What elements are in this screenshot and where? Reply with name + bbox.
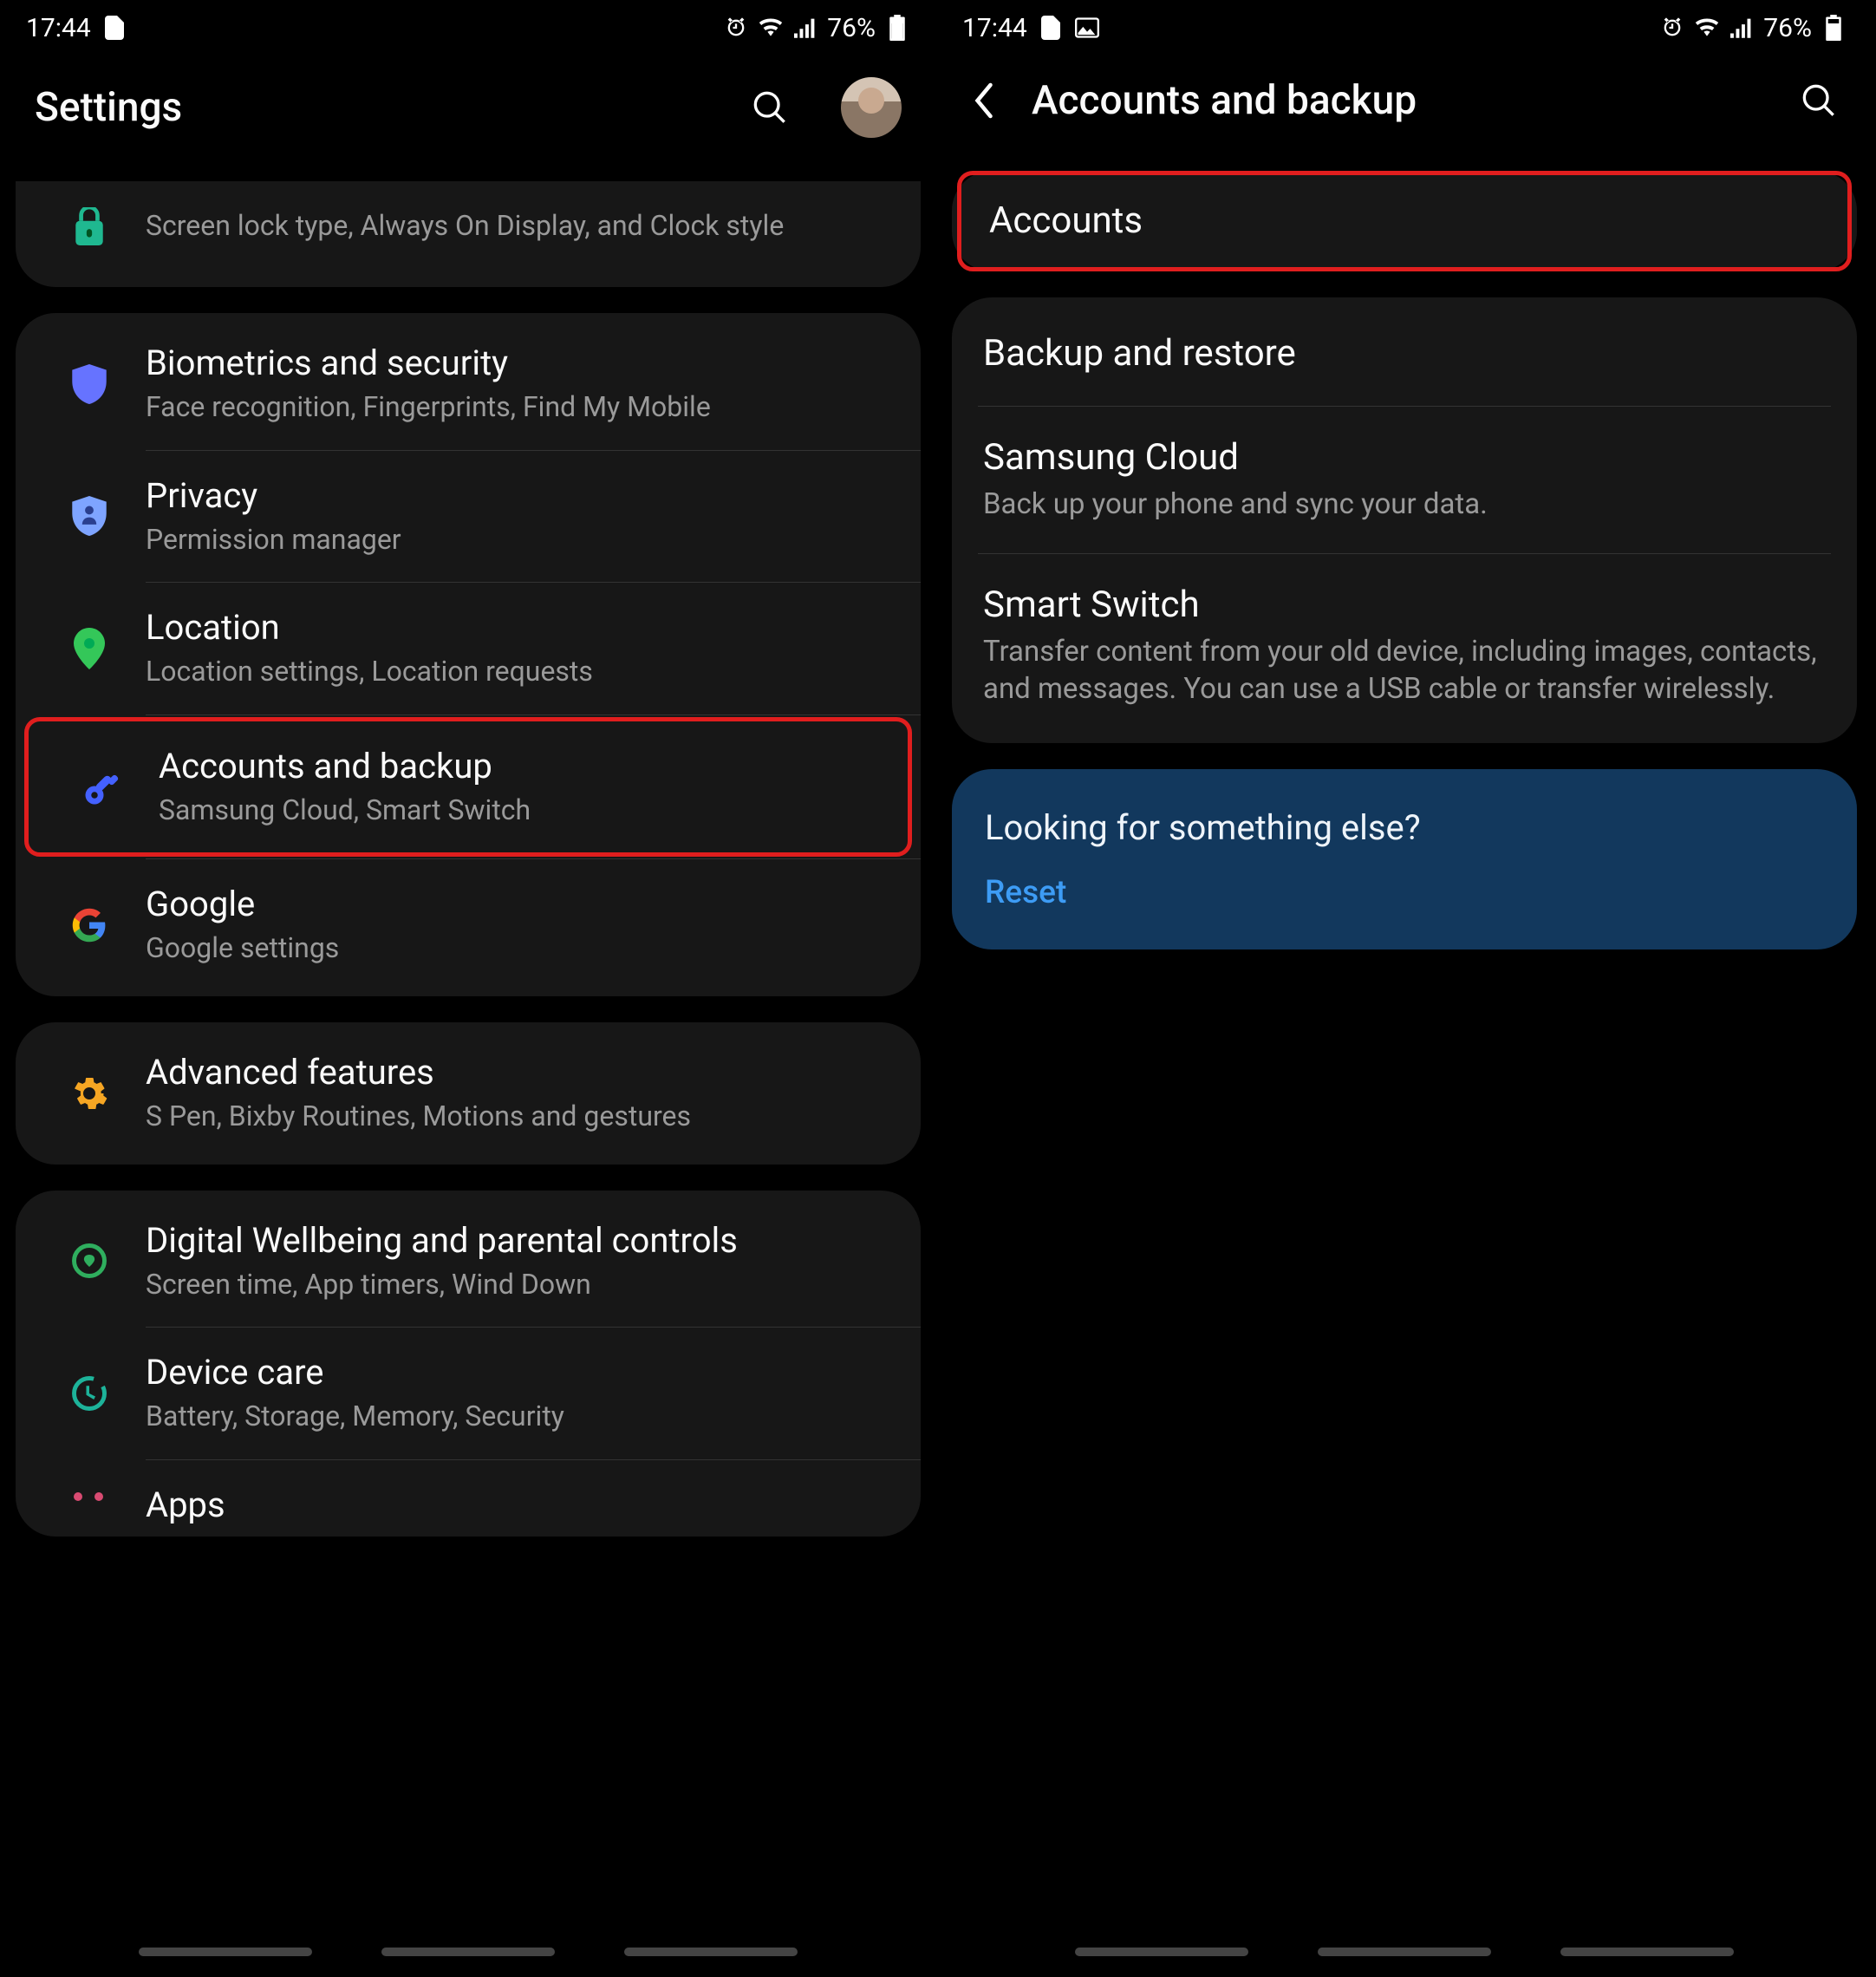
search-icon: [752, 90, 787, 125]
row-title: Privacy: [146, 475, 881, 517]
card-accounts: Accounts: [952, 171, 1857, 271]
nav-back[interactable]: [1560, 1948, 1734, 1956]
nav-back[interactable]: [624, 1948, 798, 1956]
back-button[interactable]: [971, 82, 1006, 119]
row-title: Accounts and backup: [159, 746, 868, 787]
shield-icon: [33, 364, 146, 404]
wifi-icon: [758, 15, 784, 41]
settings-card-advanced: Advanced features S Pen, Bixby Routines,…: [16, 1022, 921, 1165]
accounts-header: Accounts and backup: [936, 55, 1873, 167]
row-backup-restore[interactable]: Backup and restore: [952, 303, 1857, 405]
divider: [146, 714, 921, 715]
battery-icon: [884, 15, 910, 41]
row-title: Google: [146, 884, 881, 925]
wellbeing-icon: [33, 1243, 146, 1279]
settings-row-device-care[interactable]: Device care Battery, Storage, Memory, Se…: [16, 1328, 921, 1459]
search-button[interactable]: [751, 88, 789, 127]
settings-row-biometrics[interactable]: Biometrics and security Face recognition…: [16, 318, 921, 450]
row-subtitle: Location settings, Location requests: [146, 654, 881, 690]
settings-card-wellbeing: Digital Wellbeing and parental controls …: [16, 1191, 921, 1537]
settings-row-apps[interactable]: Apps: [16, 1460, 921, 1531]
row-subtitle: Screen lock type, Always On Display, and…: [146, 208, 881, 245]
row-title: Digital Wellbeing and parental controls: [146, 1220, 881, 1262]
key-icon: [46, 767, 159, 808]
settings-row-wellbeing[interactable]: Digital Wellbeing and parental controls …: [16, 1196, 921, 1328]
location-pin-icon: [33, 628, 146, 669]
row-subtitle: Back up your phone and sync your data.: [983, 486, 1817, 524]
settings-row-lockscreen[interactable]: Screen lock type, Always On Display, and…: [16, 186, 921, 282]
battery-icon: [1821, 15, 1847, 41]
row-subtitle: Face recognition, Fingerprints, Find My …: [146, 389, 881, 426]
privacy-shield-icon: [33, 496, 146, 536]
row-title: Location: [146, 607, 881, 649]
row-subtitle: Google settings: [146, 930, 881, 967]
row-smart-switch[interactable]: Smart Switch Transfer content from your …: [952, 554, 1857, 738]
nav-bar: [936, 1948, 1873, 1956]
row-title: Advanced features: [146, 1052, 881, 1093]
nav-home[interactable]: [1318, 1948, 1491, 1956]
status-bar: 17:44 76%: [936, 0, 1873, 55]
settings-row-privacy[interactable]: Privacy Permission manager: [16, 451, 921, 583]
signal-icon: [1729, 15, 1755, 41]
sim-icon: [101, 15, 127, 41]
signal-icon: [792, 15, 818, 41]
row-title: Device care: [146, 1352, 881, 1393]
row-subtitle: S Pen, Bixby Routines, Motions and gestu…: [146, 1099, 881, 1135]
row-title: Backup and restore: [983, 332, 1817, 375]
settings-row-accounts-backup[interactable]: Accounts and backup Samsung Cloud, Smart…: [24, 717, 912, 858]
nav-bar: [0, 1948, 936, 1956]
row-samsung-cloud[interactable]: Samsung Cloud Back up your phone and syn…: [952, 407, 1857, 553]
settings-row-advanced[interactable]: Advanced features S Pen, Bixby Routines,…: [16, 1028, 921, 1159]
gear-icon: [33, 1075, 146, 1112]
row-title: Apps: [146, 1484, 881, 1526]
image-icon: [1074, 15, 1100, 41]
page-title: Accounts and backup: [1032, 77, 1774, 124]
status-battery-pct: 76%: [1763, 13, 1812, 43]
card-backup: Backup and restore Samsung Cloud Back up…: [952, 297, 1857, 743]
card-looking-for: Looking for something else? Reset: [952, 769, 1857, 949]
row-subtitle: Transfer content from your old device, i…: [983, 634, 1817, 708]
row-accounts[interactable]: Accounts: [957, 171, 1852, 271]
nav-recents[interactable]: [139, 1948, 312, 1956]
settings-row-location[interactable]: Location Location settings, Location req…: [16, 583, 921, 714]
row-subtitle: Permission manager: [146, 522, 881, 558]
profile-avatar[interactable]: [841, 77, 902, 138]
page-title: Settings: [35, 84, 725, 131]
sim-icon: [1038, 15, 1064, 41]
row-title: Smart Switch: [983, 584, 1817, 627]
settings-card-security: Biometrics and security Face recognition…: [16, 313, 921, 996]
google-icon: [33, 907, 146, 943]
status-time: 17:44: [26, 13, 91, 43]
status-time: 17:44: [962, 13, 1027, 43]
row-title: Biometrics and security: [146, 343, 881, 384]
phone-left-settings: 17:44 76% Settings: [0, 0, 936, 1974]
row-subtitle: Samsung Cloud, Smart Switch: [159, 793, 868, 829]
search-icon: [1801, 83, 1836, 118]
tip-title: Looking for something else?: [985, 807, 1824, 848]
nav-home[interactable]: [381, 1948, 555, 1956]
search-button[interactable]: [1800, 82, 1838, 120]
settings-header: Settings: [0, 55, 936, 181]
status-battery-pct: 76%: [827, 13, 876, 43]
nav-recents[interactable]: [1075, 1948, 1248, 1956]
alarm-icon: [1659, 15, 1685, 41]
row-title: Accounts: [989, 199, 1811, 243]
row-title: Samsung Cloud: [983, 436, 1817, 480]
settings-card-lockscreen: Screen lock type, Always On Display, and…: [16, 181, 921, 287]
row-subtitle: Screen time, App timers, Wind Down: [146, 1267, 881, 1303]
settings-row-google[interactable]: Google Google settings: [16, 859, 921, 991]
row-subtitle: Battery, Storage, Memory, Security: [146, 1399, 881, 1435]
phone-right-accounts: 17:44 76% Acc: [936, 0, 1873, 1974]
status-bar: 17:44 76%: [0, 0, 936, 55]
reset-link[interactable]: Reset: [985, 874, 1824, 911]
lock-icon: [33, 207, 146, 245]
apps-icon: [33, 1484, 146, 1502]
device-care-icon: [33, 1375, 146, 1412]
wifi-icon: [1694, 15, 1720, 41]
alarm-icon: [723, 15, 749, 41]
